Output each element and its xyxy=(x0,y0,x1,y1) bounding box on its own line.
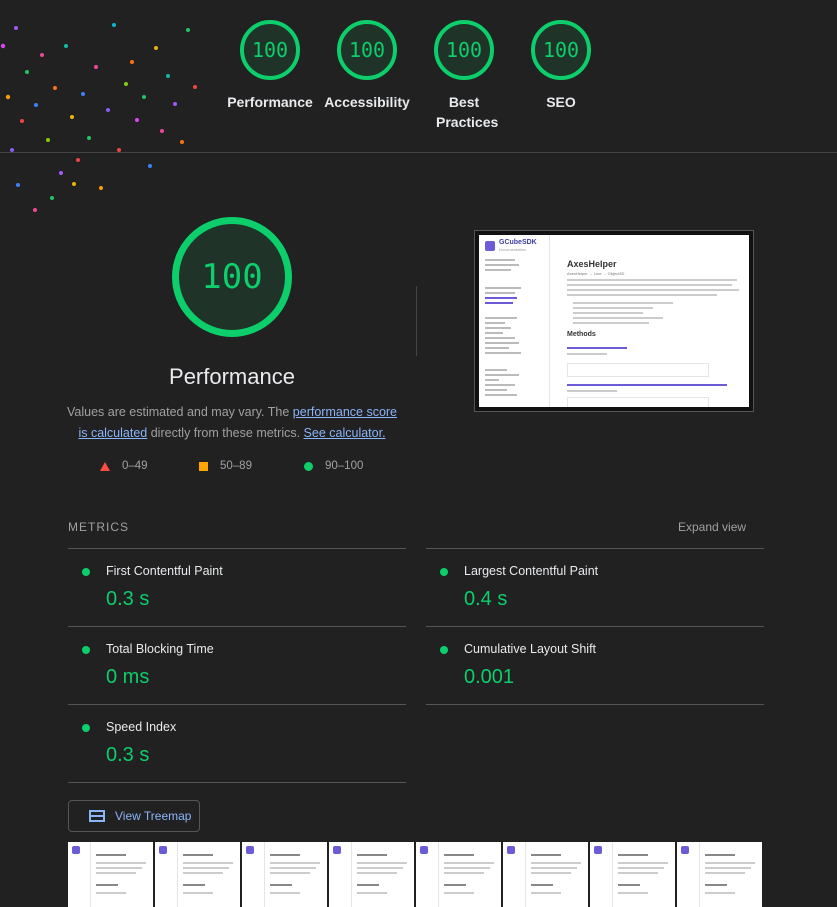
performance-title: Performance xyxy=(169,364,295,389)
gauge-label: SEO xyxy=(546,94,576,110)
gauge-score: 100 xyxy=(434,20,494,80)
metric-value: 0.3 s xyxy=(106,588,150,610)
legend-pass: 90–100 xyxy=(304,460,363,472)
metric-value: 0.4 s xyxy=(464,588,508,610)
description-text: Values are estimated and may vary. The xyxy=(66,405,293,419)
screenshot-sidebar: GCubeSDK Documentation xyxy=(479,235,550,407)
screenshot-brand-sub: Documentation xyxy=(499,247,526,252)
filmstrip-frame xyxy=(503,842,588,907)
gauge-seo[interactable]: 100 SEO xyxy=(515,20,607,112)
gauge-score: 100 xyxy=(531,20,591,80)
screenshot-page-title: AxesHelper xyxy=(567,259,617,269)
gauge-label: Performance xyxy=(227,94,313,110)
pass-circle-icon xyxy=(440,646,448,654)
summary-gauges: 100 Performance 100 Accessibility 100 Be… xyxy=(0,0,837,153)
screenshot-page: GCubeSDK Documentation AxesHelper AxesHe… xyxy=(479,235,749,407)
filmstrip-frame xyxy=(329,842,414,907)
pass-circle-icon xyxy=(82,568,90,576)
metric-largest-contentful-paint: Largest Contentful Paint 0.4 s xyxy=(426,549,764,627)
expand-view-toggle[interactable]: Expand view xyxy=(678,520,746,534)
metric-name: Cumulative Layout Shift xyxy=(464,642,597,656)
legend-average: 50–89 xyxy=(199,460,252,472)
legend-range: 0–49 xyxy=(122,460,148,472)
metric-name: First Contentful Paint xyxy=(106,564,223,578)
vertical-divider xyxy=(416,286,417,356)
metric-total-blocking-time: Total Blocking Time 0 ms xyxy=(68,627,406,705)
filmstrip-frame xyxy=(677,842,762,907)
circle-icon xyxy=(304,461,313,471)
pass-circle-icon xyxy=(82,646,90,654)
metrics-column-left: First Contentful Paint 0.3 s Total Block… xyxy=(68,548,406,783)
performance-score-gauge: 100 xyxy=(172,217,292,337)
filmstrip-frame xyxy=(416,842,501,907)
metric-speed-index: Speed Index 0.3 s xyxy=(68,705,406,783)
metric-cumulative-layout-shift: Cumulative Layout Shift 0.001 xyxy=(426,627,764,705)
metric-name: Largest Contentful Paint xyxy=(464,564,599,578)
legend-range: 90–100 xyxy=(325,460,364,472)
metrics-column-right: Largest Contentful Paint 0.4 s Cumulativ… xyxy=(426,548,764,705)
screenshot-brand: GCubeSDK xyxy=(499,239,537,246)
metric-value: 0.001 xyxy=(464,666,515,688)
gauge-label: Best Practices xyxy=(436,94,499,130)
filmstrip xyxy=(68,842,766,907)
gauge-score: 100 xyxy=(240,20,300,80)
treemap-label: View Treemap xyxy=(115,809,192,823)
gauge-best-practices[interactable]: 100 Best Practices xyxy=(418,20,510,132)
pass-circle-icon xyxy=(82,724,90,732)
metric-name: Speed Index xyxy=(106,720,177,734)
gauge-accessibility[interactable]: 100 Accessibility xyxy=(321,20,413,112)
gauge-score: 100 xyxy=(337,20,397,80)
header-divider xyxy=(0,152,837,153)
view-treemap-button[interactable]: View Treemap xyxy=(68,800,200,832)
screenshot-section: Methods xyxy=(567,331,596,338)
square-icon xyxy=(199,461,208,471)
gauge-performance[interactable]: 100 Performance xyxy=(224,20,316,112)
filmstrip-frame xyxy=(155,842,240,907)
metric-first-contentful-paint: First Contentful Paint 0.3 s xyxy=(68,549,406,627)
logo-icon xyxy=(485,241,495,251)
filmstrip-frame xyxy=(590,842,675,907)
pass-circle-icon xyxy=(440,568,448,576)
filmstrip-frame xyxy=(68,842,153,907)
metric-value: 0.3 s xyxy=(106,744,150,766)
score-legend: 0–49 50–89 90–100 xyxy=(0,460,837,476)
legend-range: 50–89 xyxy=(220,460,252,472)
filmstrip-frame xyxy=(242,842,327,907)
final-screenshot[interactable]: GCubeSDK Documentation AxesHelper AxesHe… xyxy=(474,230,754,412)
treemap-icon xyxy=(89,810,105,822)
gauge-label: Accessibility xyxy=(324,94,410,110)
description-text: directly from these metrics. xyxy=(147,426,304,440)
metric-name: Total Blocking Time xyxy=(106,642,214,656)
calculator-link[interactable]: See calculator. xyxy=(304,426,386,440)
metrics-heading: METRICS xyxy=(68,520,129,534)
metric-value: 0 ms xyxy=(106,666,150,688)
screenshot-breadcrumb: AxesHelper → Line → Object3D xyxy=(567,271,625,276)
performance-description: Values are estimated and may vary. The p… xyxy=(62,402,402,444)
triangle-icon xyxy=(100,461,110,471)
legend-fail: 0–49 xyxy=(100,460,148,472)
